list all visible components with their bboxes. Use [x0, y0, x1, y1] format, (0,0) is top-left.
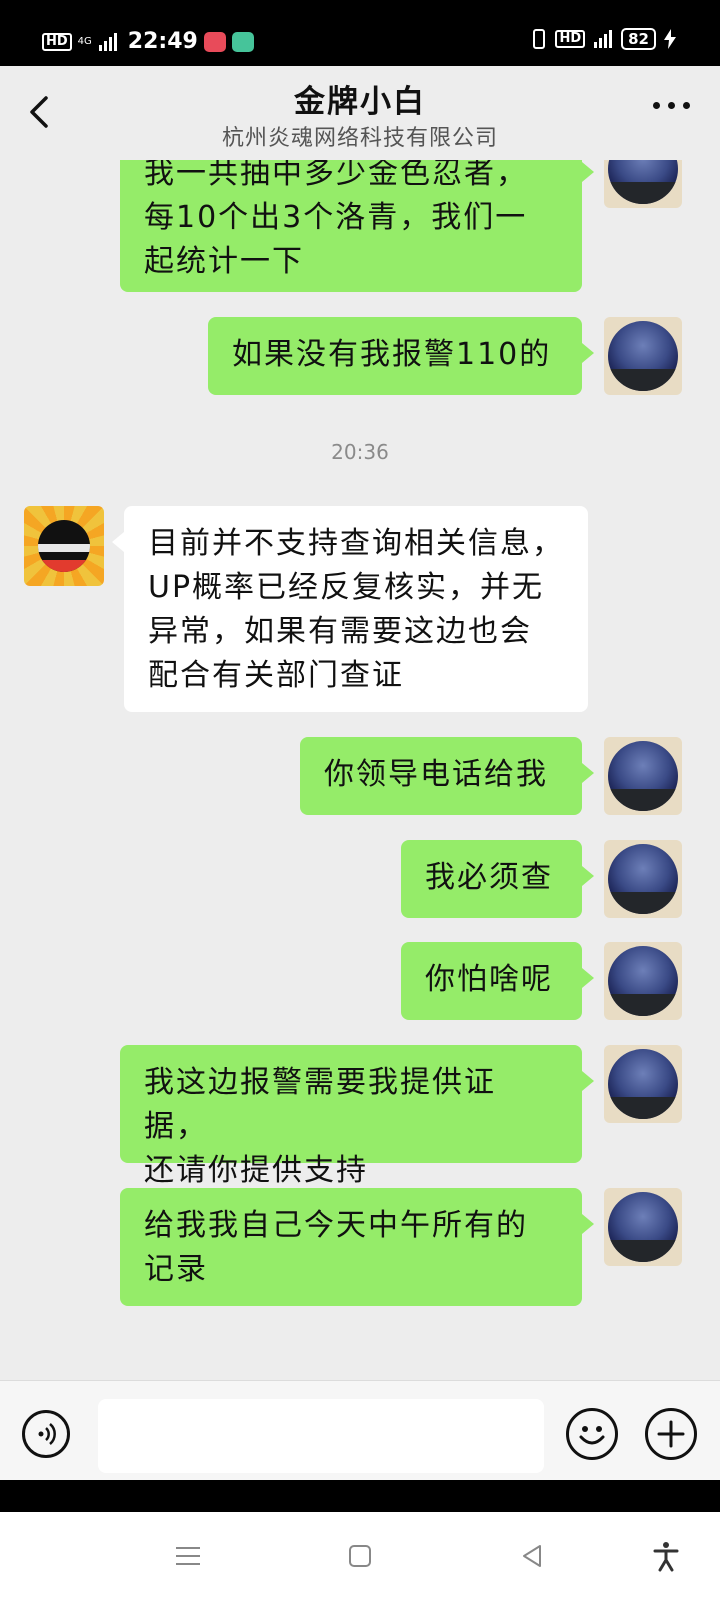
plus-icon[interactable]: [645, 1408, 697, 1460]
message-list[interactable]: 我一共抽中多少金色忍者， 每10个出3个洛青，我们一 起统计一下 如果没有我报警…: [0, 160, 720, 1380]
my-avatar[interactable]: [604, 1045, 682, 1123]
message-timestamp: 20:36: [331, 440, 389, 464]
system-nav-bar: [0, 1512, 720, 1600]
chat-title: 金牌小白: [294, 84, 426, 120]
battery-level: 82: [621, 28, 656, 50]
hd-indicator: HD: [42, 32, 72, 51]
status-bar: HD 4G 22:49 HD 82: [0, 0, 720, 66]
message-input[interactable]: [98, 1399, 544, 1473]
accessibility-icon[interactable]: [650, 1540, 682, 1572]
my-avatar[interactable]: [604, 1188, 682, 1266]
menu-icon[interactable]: [172, 1540, 204, 1572]
signal-icon: [98, 32, 117, 51]
input-bar: [0, 1380, 720, 1481]
message-bubble-sent[interactable]: 如果没有我报警110的: [208, 317, 594, 395]
divider: [0, 1480, 720, 1512]
contact-avatar[interactable]: [24, 506, 104, 586]
home-icon[interactable]: [344, 1540, 376, 1572]
my-avatar[interactable]: [604, 737, 682, 815]
app-notification-icon: [203, 31, 226, 52]
chat-header: 金牌小白 杭州炎魂网络科技有限公司: [0, 66, 720, 160]
my-avatar[interactable]: [604, 840, 682, 918]
message-bubble-sent[interactable]: 我一共抽中多少金色忍者， 每10个出3个洛青，我们一 起统计一下: [120, 160, 594, 292]
charging-icon: [664, 29, 676, 49]
my-avatar[interactable]: [604, 317, 682, 395]
message-bubble-sent[interactable]: 你怕啥呢: [401, 942, 594, 1020]
message-bubble-sent[interactable]: 我这边报警需要我提供证据， 还请你提供支持: [120, 1045, 594, 1188]
voice-icon[interactable]: [22, 1410, 70, 1458]
message-bubble-received[interactable]: 目前并不支持查询相关信息， UP概率已经反复核实，并无 异常，如果有需要这边也会…: [112, 506, 588, 712]
signal-icon: [594, 30, 613, 48]
clock: 22:49: [127, 29, 198, 54]
network-type: 4G: [77, 35, 92, 47]
message-bubble-sent[interactable]: 你领导电话给我: [300, 737, 594, 815]
message-bubble-sent[interactable]: 我必须查: [401, 840, 594, 918]
emoji-icon[interactable]: [566, 1408, 618, 1460]
my-avatar[interactable]: [604, 942, 682, 1020]
hd-indicator: HD: [555, 30, 586, 48]
my-avatar[interactable]: [604, 160, 682, 208]
message-bubble-sent[interactable]: 给我我自己今天中午所有的 记录: [120, 1188, 594, 1306]
app-notification-icon: [231, 31, 254, 52]
chat-subtitle: 杭州炎魂网络科技有限公司: [221, 126, 498, 151]
back-nav-icon[interactable]: [516, 1540, 548, 1572]
vibrate-icon: [533, 29, 546, 49]
more-options-icon[interactable]: [653, 102, 690, 109]
